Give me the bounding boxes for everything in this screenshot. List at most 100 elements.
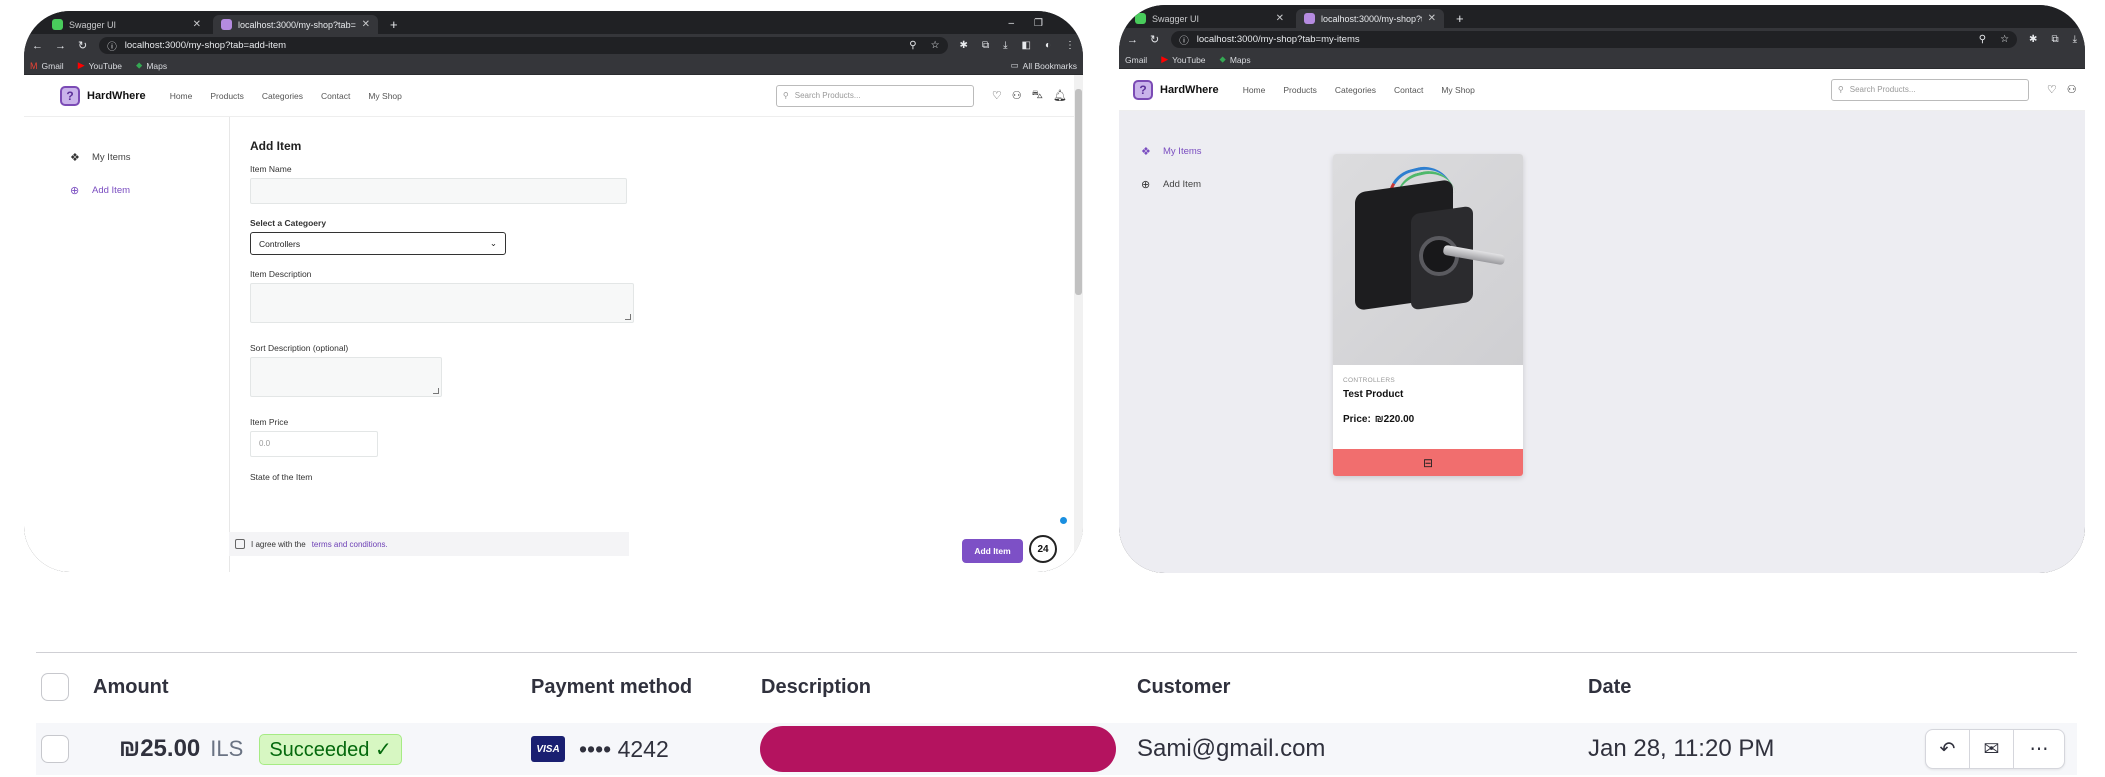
email-icon[interactable]: ✉ [1970,730,2014,768]
close-icon[interactable]: ✕ [1276,13,1284,24]
restore-icon[interactable]: ❐ [1034,18,1043,29]
refund-icon[interactable]: ↶ [1926,730,1970,768]
description-textarea[interactable] [250,283,634,323]
search-input[interactable]: ⚲ Search Products... [775,84,974,107]
close-icon[interactable]: ✕ [1428,13,1436,24]
heart-icon[interactable]: ♡ [992,89,1002,103]
bell-icon[interactable]: 🔔︎ [1053,89,1067,103]
row-checkbox[interactable] [41,735,69,763]
bookmark-maps[interactable]: ⬥ Maps [1220,54,1251,65]
terms-link[interactable]: terms and conditions. [312,540,388,549]
forward-icon[interactable]: → [55,40,66,52]
new-tab-icon[interactable]: + [1448,11,1472,28]
customer-email[interactable]: Sami@gmail.com [1137,723,1325,775]
address-bar[interactable]: ⓘ localhost:3000/my-shop?tab=my-items ⚲ … [1171,31,2018,48]
heart-icon[interactable]: ♡ [2047,83,2057,96]
extension-icon[interactable]: ✱ [960,40,968,51]
browser-tab-bar: Swagger UI ✕ localhost:3000/my-shop?tab=… [1119,5,2085,28]
item-name-input[interactable] [250,178,627,204]
chevron-down-icon: ⌄ [489,238,497,248]
star-icon[interactable]: ☆ [2000,34,2009,45]
tab-localhost[interactable]: localhost:3000/my-shop?tab=n ✕ [1296,9,1444,28]
tab-swagger[interactable]: Swagger UI ✕ [44,15,209,34]
forward-icon[interactable]: → [1127,34,1138,46]
youtube-icon: ▶ [77,60,85,70]
header-customer[interactable]: Customer [1137,670,1230,704]
maps-icon: ⬥ [1219,54,1226,64]
close-icon[interactable]: ✕ [362,19,370,30]
sidebar-label: Add Item [92,185,131,196]
puzzle-icon[interactable]: ⧉ [982,40,989,51]
user-icon[interactable]: ⚇ [2067,83,2077,96]
address-row: ← → ↻ ⓘ localhost:3000/my-shop?tab=add-i… [24,34,1083,57]
zoom-icon[interactable]: ⚲ [909,40,916,51]
bookmark-gmail[interactable]: M Gmail [30,61,64,71]
minimize-icon[interactable]: – [1008,18,1014,29]
close-icon[interactable]: ✕ [193,19,201,30]
scrollbar-thumb[interactable] [1075,89,1082,295]
tab-swagger[interactable]: Swagger UI ✕ [1127,9,1292,28]
star-icon[interactable]: ☆ [931,40,940,51]
url-text: localhost:3000/my-shop?tab=add-item [124,40,287,51]
extension-icon[interactable]: ✱ [2029,34,2037,45]
bookmark-gmail[interactable]: Gmail [1125,55,1147,65]
nav-categories[interactable]: Categories [262,91,303,101]
sidebar-item-my-items[interactable]: ❖ My Items [1141,135,1324,168]
select-all-checkbox[interactable] [41,673,69,701]
bookmark-maps[interactable]: ⬥ Maps [136,60,167,71]
site-info-icon[interactable]: ⓘ [107,39,117,53]
menu-icon[interactable]: ⋮ [1065,40,1075,51]
terms-checkbox[interactable] [235,539,245,549]
header-date[interactable]: Date [1588,670,1631,704]
nav-products[interactable]: Products [210,91,244,101]
back-icon[interactable]: ← [32,40,43,52]
header-description[interactable]: Description [761,670,871,704]
product-card[interactable]: CONTROLLERS Test Product Price: ₪220.00 ⊟ [1333,154,1523,476]
user-icon[interactable]: ⚇ [1012,89,1022,103]
reload-icon[interactable]: ↻ [1150,33,1159,46]
profile-icon[interactable]: ◐ [1045,40,1051,51]
delete-item-button[interactable]: ⊟ [1333,449,1523,476]
price-input[interactable]: 0.0 [250,431,378,457]
header-payment-method[interactable]: Payment method [531,670,692,704]
nav-home[interactable]: Home [1243,85,1266,95]
sidebar-item-my-items[interactable]: ❖ My Items [70,141,229,174]
search-input[interactable]: ⚲ Search Products... [1830,78,2029,101]
new-tab-icon[interactable]: + [382,17,406,34]
dropbox-icon: ❖ [1141,146,1151,158]
cart-icon[interactable]: ⛍ [1032,89,1043,103]
address-bar[interactable]: ⓘ localhost:3000/my-shop?tab=add-item ⚲ … [99,37,948,54]
sidebar-item-add-item[interactable]: ⊕ Add Item [70,174,229,207]
category-select[interactable]: Controllers ⌄ [250,232,506,255]
tab-localhost[interactable]: localhost:3000/my-shop?tab=a ✕ [213,15,378,34]
product-name: Test Product [1343,389,1404,400]
reload-icon[interactable]: ↻ [78,39,87,52]
nav-contact[interactable]: Contact [1394,85,1423,95]
nav-contact[interactable]: Contact [321,91,350,101]
bookmark-youtube[interactable]: ▶ YouTube [1161,54,1205,65]
nav-home[interactable]: Home [170,91,193,101]
all-bookmarks[interactable]: ▭ All Bookmarks [1011,60,1077,71]
site-info-icon[interactable]: ⓘ [1179,33,1189,47]
bookmark-youtube[interactable]: ▶ YouTube [78,60,122,71]
table-row[interactable]: ₪25.00 ILS Succeeded ✓ VISA •••• 4242 Sa… [36,723,2077,775]
download-icon[interactable]: ⤓ [2073,34,2077,45]
brand-logo[interactable]: ? HardWhere [1133,79,1219,100]
more-options-icon[interactable]: ⋯ [2014,730,2064,768]
sidebar-item-add-item[interactable]: ⊕ Add Item [1141,168,1324,201]
add-item-button[interactable]: Add Item [962,539,1023,563]
sidepanel-icon[interactable]: ◧ [1022,40,1031,51]
bookmark-label: Maps [1229,54,1251,65]
nav-categories[interactable]: Categories [1335,85,1376,95]
support-24-icon[interactable]: 24 [1029,535,1057,563]
download-icon[interactable]: ⤓ [1003,40,1007,51]
url-text: localhost:3000/my-shop?tab=my-items [1196,34,1360,45]
short-description-textarea[interactable] [250,357,442,397]
nav-products[interactable]: Products [1283,85,1317,95]
puzzle-icon[interactable]: ⧉ [2051,34,2058,45]
nav-my-shop[interactable]: My Shop [1441,85,1475,95]
zoom-icon[interactable]: ⚲ [1979,34,1986,45]
header-amount[interactable]: Amount [93,670,169,704]
brand-logo[interactable]: ? HardWhere [60,85,146,106]
nav-my-shop[interactable]: My Shop [368,91,402,101]
